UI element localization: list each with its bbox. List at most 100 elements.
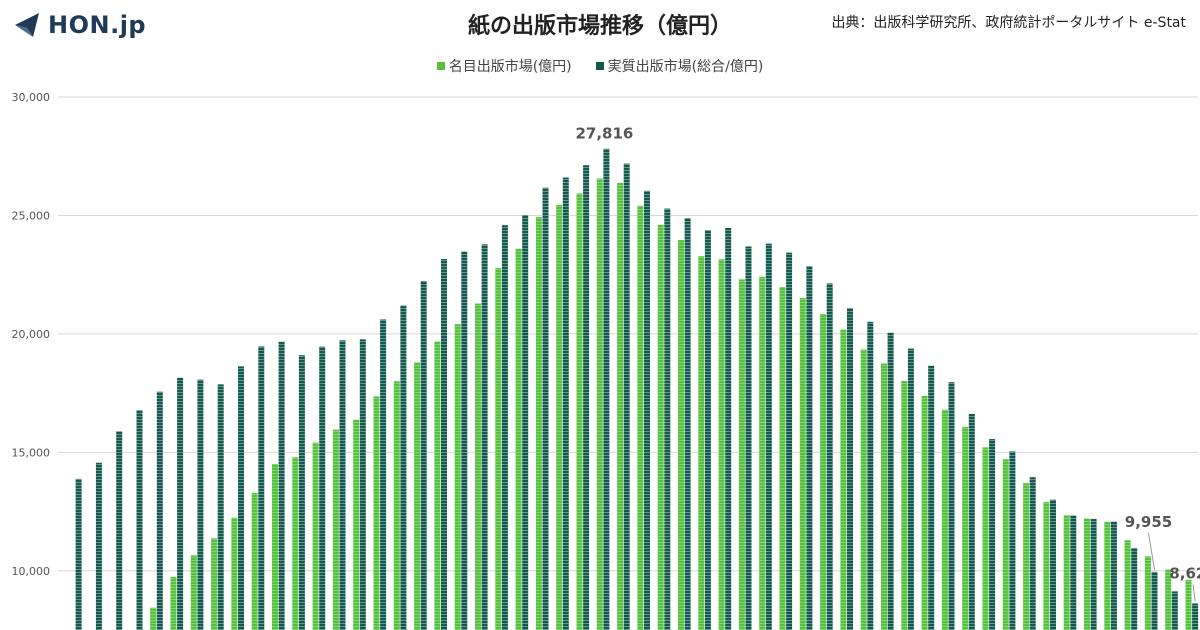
bar-nominal [576, 193, 583, 630]
bar-nominal [414, 362, 421, 630]
bar-real [704, 230, 711, 630]
bar-nominal [1023, 483, 1030, 630]
bar-nominal [1124, 540, 1131, 630]
bar-real [380, 319, 387, 630]
bar-nominal [292, 457, 299, 630]
bar-nominal [251, 492, 258, 630]
bar-chart: 10,000 15,000 20,000 25,000 30,000 27,816 9,9… [12, 91, 1200, 630]
bar-nominal [1063, 515, 1070, 630]
bar-nominal [1043, 502, 1050, 630]
bar-nominal [495, 268, 502, 630]
bar-real [907, 348, 914, 630]
data-label-leader [1192, 584, 1196, 602]
bar-nominal [535, 217, 542, 630]
bar-nominal [1104, 521, 1111, 630]
bar-real [400, 305, 407, 630]
bar-real [441, 259, 447, 630]
bar-real [623, 163, 630, 630]
bar-nominal [1084, 518, 1090, 630]
bars [75, 148, 1199, 630]
bar-nominal [434, 341, 441, 630]
y-tick-label: 10,000 [12, 565, 51, 578]
bar-real [177, 377, 184, 630]
bar-real [217, 384, 224, 630]
bar-real [786, 252, 793, 630]
bar-real [481, 244, 488, 630]
bar-nominal [556, 204, 563, 630]
bar-real [664, 208, 671, 630]
bar-real [136, 410, 143, 630]
bar-real [75, 478, 82, 630]
bar-nominal [840, 329, 847, 630]
bar-real [684, 218, 691, 630]
bar-real [968, 413, 975, 630]
bar-nominal [393, 381, 400, 630]
bar-real [1171, 591, 1178, 630]
bar-nominal [718, 259, 725, 630]
bar-nominal [617, 182, 624, 630]
bar-real [644, 190, 650, 630]
bar-real [562, 177, 569, 630]
bar-nominal [170, 576, 177, 630]
bar-nominal [515, 248, 522, 630]
bar-real [867, 321, 874, 630]
bar-real [1110, 521, 1117, 630]
bar-nominal [475, 303, 481, 630]
bar-real [339, 340, 346, 630]
bar-real [156, 391, 163, 630]
bar-real [197, 379, 204, 630]
bar-nominal [678, 240, 684, 630]
bar-real [542, 187, 549, 630]
bar-nominal [637, 205, 644, 630]
y-axis: 10,000 15,000 20,000 25,000 30,000 [12, 91, 51, 578]
bar-real [1090, 518, 1097, 630]
bar-real [116, 431, 123, 630]
bar-nominal [312, 442, 319, 630]
bar-real [278, 341, 285, 630]
bar-real [583, 165, 590, 630]
bar-nominal [921, 395, 928, 630]
data-label: 8,621 [1169, 564, 1200, 582]
bar-real [928, 365, 935, 630]
bar-nominal [881, 363, 887, 630]
bar-real [1151, 571, 1158, 630]
bar-real [95, 462, 102, 630]
y-tick-label: 30,000 [12, 91, 51, 104]
bar-real [298, 355, 305, 630]
bar-nominal [738, 279, 745, 630]
bar-real [1070, 515, 1077, 630]
bar-nominal [454, 324, 461, 630]
bar-real [887, 332, 894, 630]
bar-real [1029, 477, 1036, 630]
bar-nominal [759, 276, 766, 630]
bar-real [258, 346, 265, 630]
bar-nominal [231, 517, 238, 630]
bar-real [420, 281, 427, 630]
bar-nominal [860, 349, 867, 630]
bar-nominal [596, 178, 603, 630]
bar-real [1050, 499, 1056, 630]
bar-real [522, 214, 529, 630]
bar-real [501, 225, 508, 630]
bar-real [238, 366, 244, 630]
bar-real [461, 251, 468, 630]
bar-nominal [982, 447, 989, 630]
bar-real [765, 243, 772, 630]
bar-real [826, 283, 833, 630]
bar-real [319, 346, 326, 630]
bar-real [1131, 548, 1138, 630]
bar-real [359, 339, 366, 630]
bar-nominal [272, 463, 278, 630]
bar-real [725, 227, 732, 630]
bar-nominal [657, 224, 664, 630]
bar-nominal [698, 256, 705, 630]
data-label: 27,816 [575, 125, 633, 143]
data-label: 9,955 [1125, 513, 1172, 531]
bar-nominal [1144, 556, 1151, 630]
bar-nominal [150, 607, 157, 630]
bar-nominal [332, 429, 339, 630]
bar-nominal [211, 538, 218, 630]
y-tick-label: 15,000 [12, 446, 51, 459]
bar-nominal [373, 396, 380, 630]
bar-nominal [901, 381, 908, 630]
